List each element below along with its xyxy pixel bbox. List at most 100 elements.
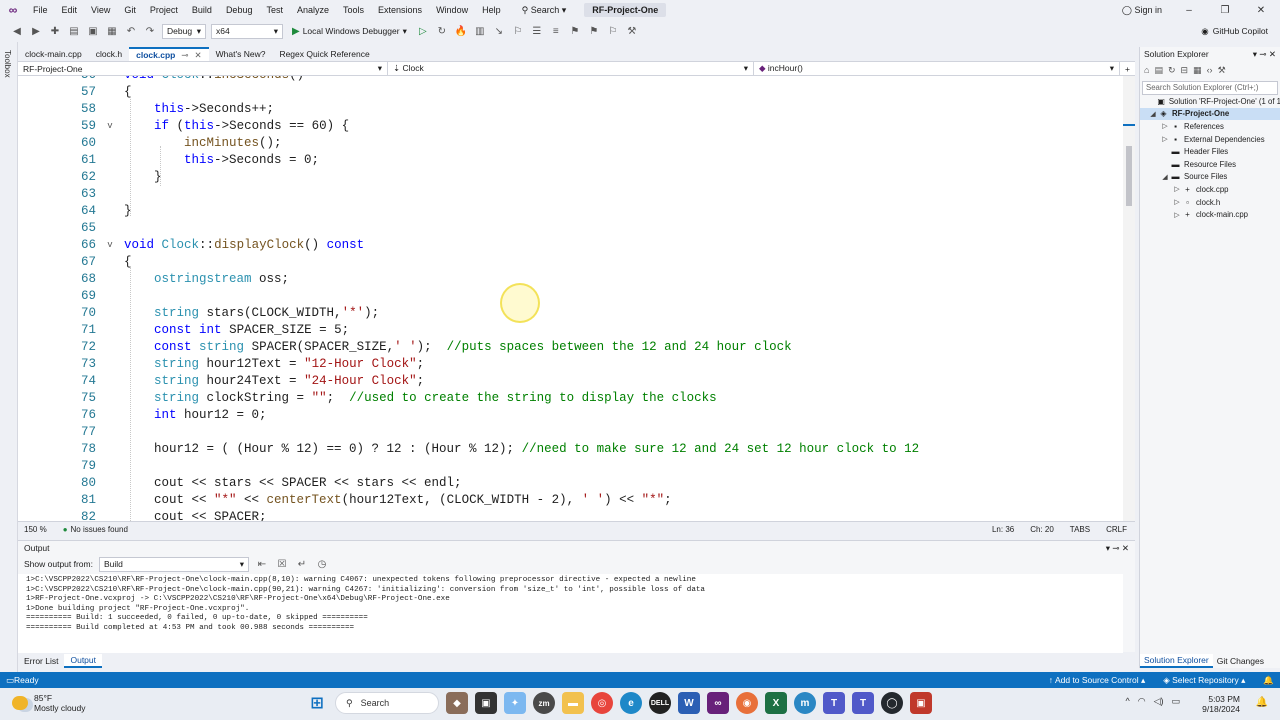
- save-icon[interactable]: ▣: [86, 24, 100, 38]
- code-line[interactable]: 56 void Clock::incSeconds(): [18, 76, 1118, 83]
- save-all-icon[interactable]: ▦: [105, 24, 119, 38]
- zoom-level[interactable]: 150 %: [18, 525, 53, 534]
- menu-edit[interactable]: Edit: [55, 5, 85, 15]
- copilot-icon[interactable]: ✦: [504, 692, 526, 714]
- forward-icon[interactable]: ▶: [29, 24, 43, 38]
- zoom-app-icon[interactable]: zm: [533, 692, 555, 714]
- scope-dropdown[interactable]: ⇣ Clock ▾: [388, 62, 754, 75]
- indent-mode[interactable]: TABS: [1062, 525, 1098, 534]
- menu-window[interactable]: Window: [429, 5, 475, 15]
- volume-icon[interactable]: ◁): [1154, 696, 1164, 707]
- tab-regex-reference[interactable]: Regex Quick Reference: [272, 47, 376, 61]
- split-editor-icon[interactable]: +: [1120, 62, 1135, 75]
- toolbox-strip[interactable]: Toolbox: [0, 42, 18, 674]
- back-icon[interactable]: ◀: [10, 24, 24, 38]
- bookmark-icon[interactable]: ⚐: [511, 24, 525, 38]
- platform-select[interactable]: x64 ▾: [211, 23, 283, 39]
- teams-alt-icon[interactable]: T: [852, 692, 874, 714]
- refresh-icon[interactable]: ↻: [435, 24, 449, 38]
- battery-icon[interactable]: ▭: [1171, 696, 1180, 707]
- collapse-all-icon[interactable]: ⊟: [1181, 65, 1189, 76]
- code-line[interactable]: 67{: [18, 253, 1118, 270]
- close-tab-icon[interactable]: ✕: [195, 50, 202, 61]
- new-item-icon[interactable]: ✚: [48, 24, 62, 38]
- solution-search-input[interactable]: Search Solution Explorer (Ctrl+;): [1142, 81, 1278, 95]
- code-line[interactable]: 62 }: [18, 168, 1118, 185]
- code-line[interactable]: 70 string stars(CLOCK_WIDTH,'*');: [18, 304, 1118, 321]
- menu-project[interactable]: Project: [143, 5, 185, 15]
- pin-icon[interactable]: ⊸: [181, 50, 188, 61]
- hot-reload-icon[interactable]: 🔥: [454, 24, 468, 38]
- recording-app-icon[interactable]: ▣: [910, 692, 932, 714]
- layout-icon[interactable]: ▥: [473, 24, 487, 38]
- project-dropdown[interactable]: RF-Project-One ▾: [18, 62, 388, 75]
- tree-item[interactable]: ▷ ▪ References: [1140, 120, 1280, 133]
- dell-icon[interactable]: DELL: [649, 692, 671, 714]
- code-line[interactable]: 81 cout << "*" << centerText(hour12Text,…: [18, 491, 1118, 508]
- home-icon[interactable]: ⌂: [1144, 65, 1149, 75]
- add-source-control-button[interactable]: ↑ Add to Source Control ▴: [1049, 675, 1145, 686]
- chrome-icon[interactable]: ◎: [591, 692, 613, 714]
- tools-icon[interactable]: ⚒: [625, 24, 639, 38]
- code-line[interactable]: 77: [18, 423, 1118, 440]
- output-text[interactable]: 1>C:\VSCPP2022\CS210\RF\RF-Project-One\c…: [18, 574, 1123, 653]
- vertical-scrollbar[interactable]: [1123, 76, 1135, 521]
- member-dropdown[interactable]: ◆ incHour() ▾: [754, 62, 1120, 75]
- tab-solution-explorer[interactable]: Solution Explorer: [1140, 654, 1213, 668]
- open-folder-icon[interactable]: ▤: [67, 24, 81, 38]
- notification-bell-icon[interactable]: 🔔: [1256, 697, 1268, 708]
- close-icon[interactable]: ✕: [1252, 5, 1270, 16]
- menu-view[interactable]: View: [84, 5, 117, 15]
- widget-icon[interactable]: ◆: [446, 692, 468, 714]
- file-explorer-icon[interactable]: ▬: [562, 692, 584, 714]
- tree-item[interactable]: ▬ Resource Files: [1140, 158, 1280, 171]
- teams-icon[interactable]: T: [823, 692, 845, 714]
- char-number[interactable]: Ch: 20: [1022, 525, 1062, 534]
- run-debugger-button[interactable]: ▶ Local Windows Debugger ▾: [288, 26, 411, 37]
- menu-file[interactable]: File: [26, 5, 55, 15]
- expand-arrow-icon[interactable]: ◢: [1148, 110, 1158, 118]
- configuration-select[interactable]: Debug ▾: [162, 23, 206, 39]
- code-line[interactable]: 76 int hour12 = 0;: [18, 406, 1118, 423]
- tab-git-changes[interactable]: Git Changes: [1213, 654, 1268, 668]
- taskbar-search[interactable]: ⚲ Search: [335, 692, 439, 714]
- windows-start-icon[interactable]: ⊞: [306, 692, 328, 714]
- tab-whats-new[interactable]: What's New?: [209, 47, 273, 61]
- task-view-icon[interactable]: ▣: [475, 692, 497, 714]
- github-icon[interactable]: ◯: [881, 692, 903, 714]
- code-line[interactable]: 74 string hour24Text = "24-Hour Clock";: [18, 372, 1118, 389]
- code-line[interactable]: 60 incMinutes();: [18, 134, 1118, 151]
- code-line[interactable]: 63: [18, 185, 1118, 202]
- code-line[interactable]: 61 this->Seconds = 0;: [18, 151, 1118, 168]
- menu-tools[interactable]: Tools: [336, 5, 371, 15]
- menu-git[interactable]: Git: [117, 5, 143, 15]
- menu-test[interactable]: Test: [259, 5, 290, 15]
- start-without-debug-icon[interactable]: ▷: [416, 24, 430, 38]
- code-line[interactable]: 59 v if (this->Seconds == 60) {: [18, 117, 1118, 134]
- notifications-icon[interactable]: 🔔: [1263, 675, 1274, 686]
- expand-arrow-icon[interactable]: ▷: [1160, 122, 1170, 130]
- line-ending[interactable]: CRLF: [1098, 525, 1135, 534]
- expand-arrow-icon[interactable]: ▷: [1172, 185, 1182, 193]
- code-line[interactable]: 65: [18, 219, 1118, 236]
- fold-chevron-icon[interactable]: v: [104, 121, 116, 131]
- pin-icon[interactable]: ⊸: [1112, 543, 1119, 553]
- code-line[interactable]: 73 string hour12Text = "12-Hour Clock";: [18, 355, 1118, 372]
- step-icon[interactable]: ↘: [492, 24, 506, 38]
- excel-icon[interactable]: X: [765, 692, 787, 714]
- timestamp-icon[interactable]: ◷: [315, 557, 329, 571]
- code-line[interactable]: 71 const int SPACER_SIZE = 5;: [18, 321, 1118, 338]
- bookmark-clear-icon[interactable]: ⚐: [606, 24, 620, 38]
- code-line[interactable]: 57{: [18, 83, 1118, 100]
- code-editor[interactable]: 56 void Clock::incSeconds()57{58 this->Se…: [18, 76, 1135, 521]
- clear-all-icon[interactable]: ☒: [275, 557, 289, 571]
- bookmark-prev-icon[interactable]: ⚑: [587, 24, 601, 38]
- bookmark-next-icon[interactable]: ⚑: [568, 24, 582, 38]
- tree-item[interactable]: ▷ + clock-main.cpp: [1140, 208, 1280, 221]
- tree-item[interactable]: ▬ Header Files: [1140, 145, 1280, 158]
- expand-arrow-icon[interactable]: ▷: [1160, 135, 1170, 143]
- issues-status[interactable]: No issues found: [71, 525, 128, 534]
- tree-item[interactable]: ▷ + clock.cpp: [1140, 183, 1280, 196]
- tree-item[interactable]: ◢ ▬ Source Files: [1140, 171, 1280, 184]
- code-line[interactable]: 68 ostringstream oss;: [18, 270, 1118, 287]
